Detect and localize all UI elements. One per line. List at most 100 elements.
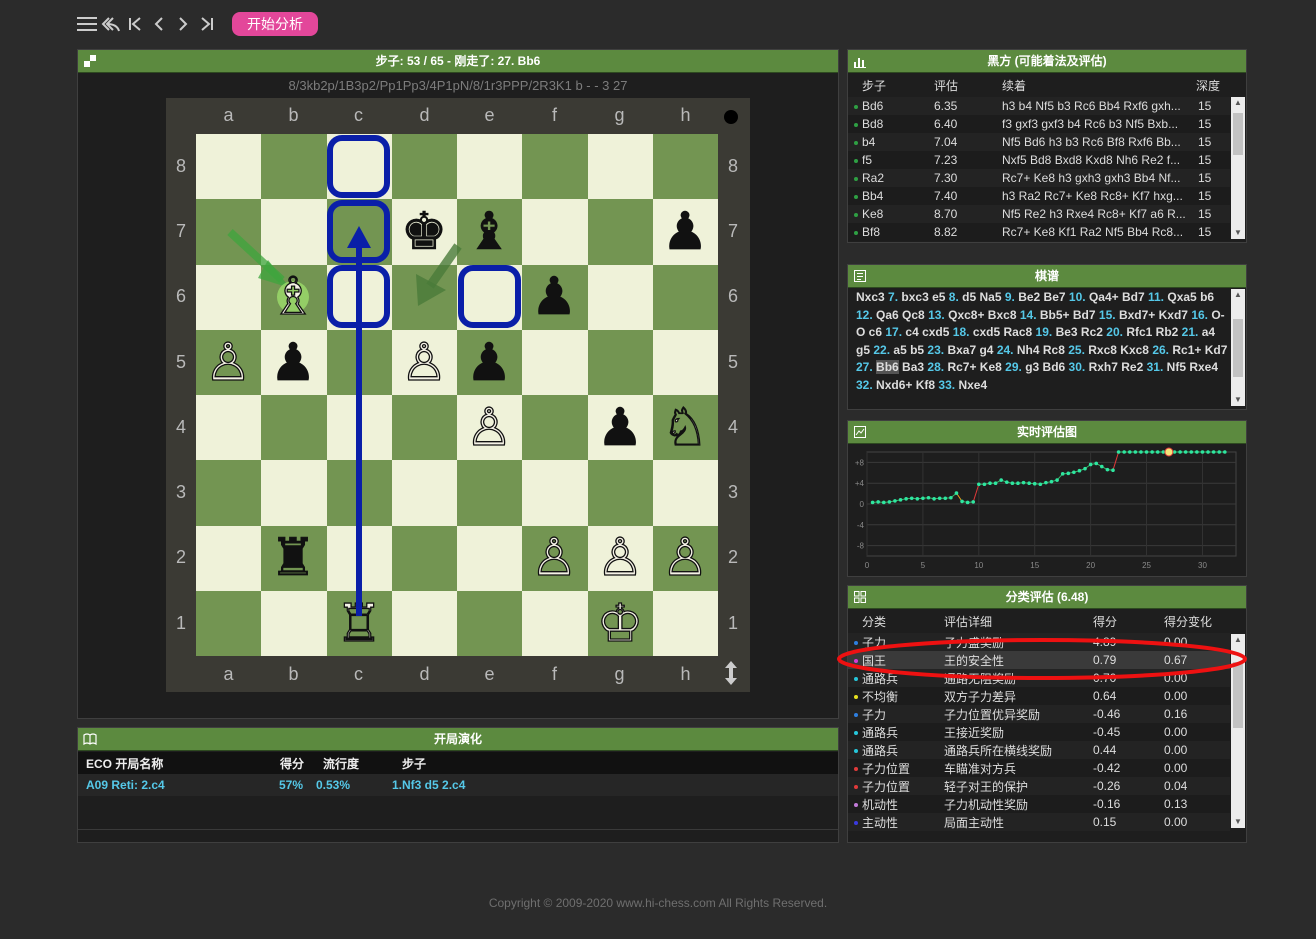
square[interactable] <box>652 134 718 200</box>
square[interactable] <box>391 590 457 656</box>
eval-line-chart[interactable]: +8 +4 0 -4 -8 0 5 10 15 20 25 30 <box>848 444 1244 574</box>
move-text[interactable]: Nxd6+ Kf8 <box>876 378 935 392</box>
square[interactable] <box>652 264 718 330</box>
category-row[interactable]: 主动性 局面主动性 0.15 0.00 <box>848 813 1230 831</box>
square[interactable] <box>522 329 588 395</box>
square[interactable] <box>522 395 588 461</box>
move-text[interactable]: c4 cxd5 <box>905 325 949 339</box>
square[interactable] <box>457 329 523 395</box>
square[interactable] <box>261 525 327 591</box>
square[interactable] <box>457 590 523 656</box>
square[interactable] <box>261 264 327 330</box>
square[interactable] <box>391 134 457 200</box>
square[interactable] <box>522 134 588 200</box>
square[interactable] <box>652 199 718 265</box>
square[interactable] <box>522 460 588 526</box>
move-text[interactable]: Bb5+ Bd7 <box>1040 308 1096 322</box>
opening-moves[interactable]: 1.Nf3 d5 2.c4 <box>392 778 465 792</box>
move-text[interactable]: Rxc8 Kxc8 <box>1088 343 1149 357</box>
flip-board-icon[interactable] <box>722 660 740 686</box>
square[interactable] <box>196 590 262 656</box>
square[interactable] <box>391 525 457 591</box>
scroll-up-icon[interactable]: ▲ <box>1231 290 1245 300</box>
move-text[interactable]: Nxc3 <box>856 290 885 304</box>
first-move-icon[interactable] <box>124 10 146 38</box>
game-record-scrollbar[interactable]: ▲ ▼ <box>1231 289 1245 406</box>
category-row[interactable]: 子力位置 车瞄准对方兵 -0.42 0.00 <box>848 759 1230 777</box>
move-text[interactable]: Rfc1 Rb2 <box>1126 325 1178 339</box>
start-analysis-button[interactable]: 开始分析 <box>232 12 318 36</box>
square[interactable] <box>196 395 262 461</box>
square[interactable] <box>261 460 327 526</box>
best-move-row[interactable]: Ke8 8.70 Nf5 Re2 h3 Rxe4 Rc8+ Kf7 a6 R... 1… <box>848 205 1230 223</box>
move-text[interactable]: Bxd7+ Kxd7 <box>1119 308 1188 322</box>
best-move-row[interactable]: Bd6 6.35 h3 b4 Nf5 b3 Rc6 Bb4 Rxf6 gxh... 1… <box>848 97 1230 115</box>
move-text[interactable]: Qa4+ Bd7 <box>1089 290 1145 304</box>
move-text[interactable]: Qa6 Qc8 <box>876 308 925 322</box>
move-text[interactable]: Nh4 Rc8 <box>1017 343 1065 357</box>
square[interactable] <box>326 199 392 265</box>
square[interactable] <box>652 590 718 656</box>
next-move-icon[interactable] <box>172 10 194 38</box>
fen-string[interactable]: 8/3kb2p/1B3p2/Pp1Pp3/4P1pN/8/1r3PPP/2R3K… <box>78 78 838 93</box>
move-text[interactable]: a5 b5 <box>893 343 924 357</box>
opening-eco[interactable]: A09 Reti: 2.c4 <box>86 778 165 792</box>
square[interactable] <box>587 525 653 591</box>
square[interactable] <box>391 460 457 526</box>
square[interactable] <box>391 199 457 265</box>
best-move-row[interactable]: Bf8 8.82 Rc7+ Ke8 Kf1 Ra2 Nf5 Bb4 Rc8... 15 <box>848 223 1230 241</box>
move-text[interactable]: bxc3 e5 <box>901 290 945 304</box>
square[interactable] <box>587 590 653 656</box>
square[interactable] <box>196 329 262 395</box>
square[interactable] <box>196 264 262 330</box>
square[interactable] <box>326 134 392 200</box>
square[interactable] <box>457 199 523 265</box>
best-move-row[interactable]: b4 7.04 Nf5 Bd6 h3 b3 Rc6 Bf8 Rxf6 Bb... 15 <box>848 133 1230 151</box>
square[interactable] <box>326 264 392 330</box>
move-text[interactable]: Bxa7 g4 <box>947 343 993 357</box>
square[interactable] <box>652 329 718 395</box>
move-text[interactable]: Nxe4 <box>958 378 987 392</box>
square[interactable] <box>522 525 588 591</box>
square[interactable] <box>587 264 653 330</box>
move-text[interactable]: d5 Na5 <box>962 290 1001 304</box>
square[interactable] <box>196 460 262 526</box>
move-text[interactable]: g3 Bd6 <box>1025 360 1065 374</box>
square[interactable] <box>652 525 718 591</box>
square[interactable] <box>587 460 653 526</box>
square[interactable] <box>326 460 392 526</box>
square[interactable] <box>587 329 653 395</box>
square[interactable] <box>196 525 262 591</box>
move-text[interactable]: Rc1+ Kd7 <box>1172 343 1227 357</box>
square[interactable] <box>457 395 523 461</box>
move-text[interactable]: Be3 Rc2 <box>1056 325 1103 339</box>
best-move-row[interactable]: Ra2 7.30 Rc7+ Ke8 h3 gxh3 gxh3 Bb4 Nf... 15 <box>848 169 1230 187</box>
square[interactable] <box>326 525 392 591</box>
square[interactable] <box>261 134 327 200</box>
current-move[interactable]: Bb6 <box>876 360 899 374</box>
square[interactable] <box>587 199 653 265</box>
square[interactable] <box>652 395 718 461</box>
square[interactable] <box>522 590 588 656</box>
square[interactable] <box>457 264 523 330</box>
square[interactable] <box>261 590 327 656</box>
prev-move-icon[interactable] <box>148 10 170 38</box>
square[interactable] <box>587 395 653 461</box>
square[interactable] <box>391 264 457 330</box>
category-row[interactable]: 不均衡 双方子力差异 0.64 0.00 <box>848 687 1230 705</box>
scroll-down-icon[interactable]: ▼ <box>1231 228 1245 238</box>
scroll-down-icon[interactable]: ▼ <box>1231 817 1245 827</box>
undo-icon[interactable] <box>100 10 122 38</box>
square[interactable] <box>652 460 718 526</box>
move-text[interactable]: Rc7+ Ke8 <box>947 360 1001 374</box>
move-text[interactable]: Qxc8+ Bxc8 <box>948 308 1016 322</box>
square[interactable] <box>261 329 327 395</box>
square[interactable] <box>457 460 523 526</box>
move-text[interactable]: Rxh7 Re2 <box>1089 360 1144 374</box>
square[interactable] <box>326 590 392 656</box>
square[interactable] <box>391 395 457 461</box>
square[interactable] <box>457 525 523 591</box>
square[interactable] <box>196 134 262 200</box>
square[interactable] <box>457 134 523 200</box>
board-squares[interactable] <box>196 134 718 656</box>
